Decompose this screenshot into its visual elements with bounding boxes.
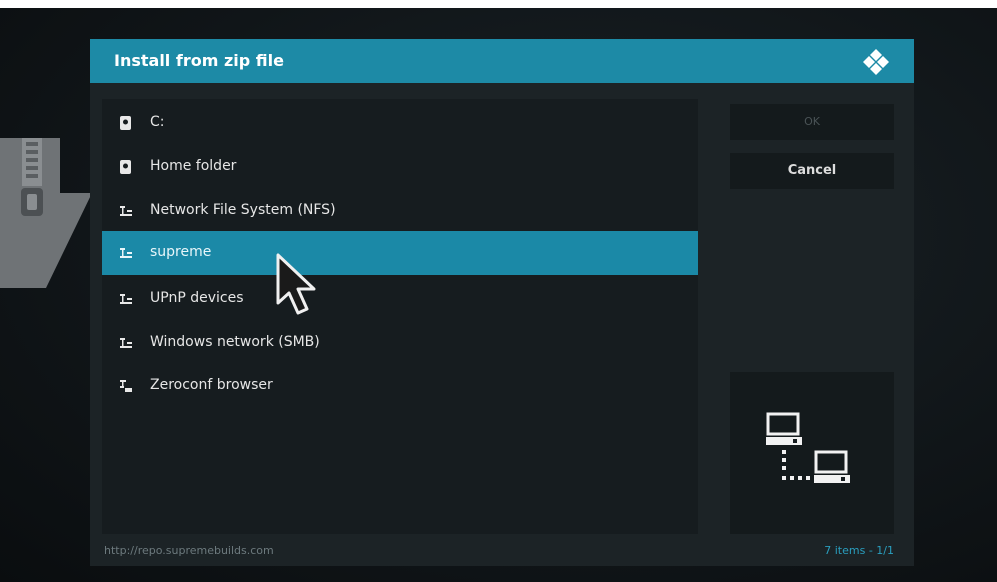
item-count: 7 items - 1/1	[824, 544, 894, 557]
source-list: C: Home folder Network File System (NFS)…	[102, 99, 698, 534]
list-item-smb[interactable]: Windows network (SMB)	[102, 321, 698, 365]
screen: Install from zip file C: Home folder Net…	[0, 0, 997, 582]
network-icon	[120, 338, 132, 348]
list-item-supreme[interactable]: supreme	[102, 231, 698, 275]
footer-path: http://repo.supremebuilds.com	[104, 544, 274, 557]
zeroconf-icon	[120, 380, 132, 392]
list-item-nfs[interactable]: Network File System (NFS)	[102, 189, 698, 233]
source-preview	[730, 372, 894, 534]
list-item-label: UPnP devices	[150, 290, 244, 306]
dialog-header: Install from zip file	[90, 39, 914, 83]
list-item-zeroconf[interactable]: Zeroconf browser	[102, 364, 698, 408]
network-icon	[120, 294, 132, 304]
ok-button[interactable]: OK	[730, 104, 894, 140]
list-item-label: Zeroconf browser	[150, 377, 273, 393]
zip-archive-icon	[0, 138, 92, 288]
network-icon	[120, 206, 132, 216]
list-item-label: C:	[150, 114, 165, 130]
kodi-logo-icon	[863, 49, 889, 75]
network-icon	[120, 248, 132, 258]
list-item-label: Home folder	[150, 158, 237, 174]
dialog-title: Install from zip file	[114, 51, 284, 70]
list-item-home-folder[interactable]: Home folder	[102, 145, 698, 189]
list-item-label: Windows network (SMB)	[150, 334, 320, 350]
install-from-zip-dialog: Install from zip file C: Home folder Net…	[90, 39, 914, 566]
drive-icon	[120, 160, 131, 174]
network-sources-icon	[766, 412, 850, 483]
list-item-upnp[interactable]: UPnP devices	[102, 277, 698, 321]
top-bar	[0, 0, 997, 8]
cancel-button[interactable]: Cancel	[730, 153, 894, 189]
list-item-label: supreme	[150, 244, 212, 260]
drive-icon	[120, 116, 131, 130]
list-item-c-drive[interactable]: C:	[102, 101, 698, 145]
mouse-cursor-icon	[276, 253, 316, 315]
list-item-label: Network File System (NFS)	[150, 202, 336, 218]
